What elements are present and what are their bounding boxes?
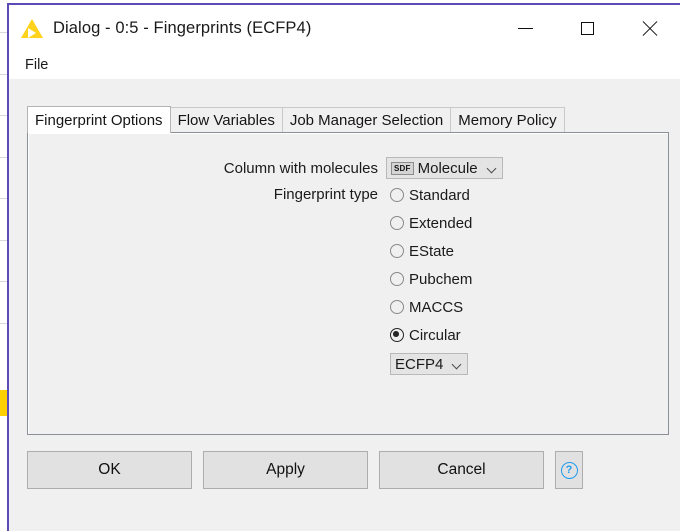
- molecule-column-value: Molecule: [417, 159, 478, 177]
- menu-bar: File: [9, 51, 680, 79]
- chevron-down-icon: [453, 360, 462, 369]
- radio-row-standard: Standard: [28, 181, 668, 209]
- minimize-icon: [517, 27, 533, 29]
- radio-maccs[interactable]: MACCS: [390, 299, 463, 316]
- chevron-down-icon: [488, 164, 497, 173]
- tab-fingerprint-options[interactable]: Fingerprint Options: [27, 106, 171, 133]
- help-button[interactable]: ?: [555, 451, 583, 489]
- radio-row-estate: EState: [28, 237, 668, 265]
- radio-row-maccs: MACCS: [28, 293, 668, 321]
- column-with-molecules-row: Column with molecules SDF Molecule: [28, 155, 668, 181]
- radio-mark-icon: [390, 244, 404, 258]
- radio-standard[interactable]: Standard: [390, 187, 470, 204]
- radio-row-circular: Circular: [28, 321, 668, 349]
- radio-pubchem[interactable]: Pubchem: [390, 271, 472, 288]
- radio-mark-icon: [390, 272, 404, 286]
- radio-mark-icon: [390, 188, 404, 202]
- radio-label-estate: EState: [409, 242, 455, 260]
- tab-bar: Fingerprint Options Flow Variables Job M…: [27, 106, 670, 133]
- circular-variant-dropdown[interactable]: ECFP4: [390, 353, 469, 375]
- radio-label-pubchem: Pubchem: [409, 270, 473, 288]
- radio-circular[interactable]: Circular: [390, 327, 461, 344]
- radio-mark-selected-icon: [390, 328, 404, 342]
- molecule-column-dropdown[interactable]: SDF Molecule: [386, 157, 503, 179]
- radio-row-pubchem: Pubchem: [28, 265, 668, 293]
- help-icon: ?: [560, 461, 578, 479]
- cancel-button[interactable]: Cancel: [379, 451, 544, 489]
- maximize-button[interactable]: [556, 5, 618, 51]
- radio-label-maccs: MACCS: [409, 298, 464, 316]
- fingerprint-options-panel: Column with molecules SDF Molecule Finge…: [27, 132, 669, 435]
- fingerprint-type-radio-group: Standard Extended EState Pubchem MACCS C…: [28, 181, 668, 379]
- radio-label-extended: Extended: [409, 214, 473, 232]
- radio-label-circular: Circular: [409, 326, 461, 344]
- title-bar: Dialog - 0:5 - Fingerprints (ECFP4): [9, 5, 680, 51]
- window-controls: [494, 5, 680, 51]
- tab-flow-variables[interactable]: Flow Variables: [169, 107, 283, 133]
- radio-extended[interactable]: Extended: [390, 215, 472, 232]
- circular-variant-value: ECFP4: [395, 355, 444, 373]
- knime-triangle-icon: [21, 17, 43, 39]
- button-bar: OK Apply Cancel ?: [27, 451, 669, 489]
- radio-mark-icon: [390, 216, 404, 230]
- column-with-molecules-label: Column with molecules: [223, 159, 378, 177]
- tab-job-manager-selection[interactable]: Job Manager Selection: [281, 107, 452, 133]
- maximize-icon: [580, 21, 594, 35]
- radio-label-standard: Standard: [409, 186, 470, 204]
- minimize-button[interactable]: [494, 5, 556, 51]
- radio-estate[interactable]: EState: [390, 243, 454, 260]
- sdf-type-icon: SDF: [391, 161, 414, 175]
- dialog-body: Fingerprint Options Flow Variables Job M…: [9, 79, 680, 531]
- radio-row-extended: Extended: [28, 209, 668, 237]
- menu-item-file[interactable]: File: [21, 55, 52, 75]
- tab-memory-policy[interactable]: Memory Policy: [450, 107, 565, 133]
- ok-button[interactable]: OK: [27, 451, 192, 489]
- radio-mark-icon: [390, 300, 404, 314]
- close-icon: [641, 20, 658, 37]
- window-title: Dialog - 0:5 - Fingerprints (ECFP4): [53, 18, 312, 37]
- dialog-window: Dialog - 0:5 - Fingerprints (ECFP4) File…: [7, 3, 680, 531]
- circular-variant-row: ECFP4: [28, 349, 668, 379]
- apply-button[interactable]: Apply: [203, 451, 368, 489]
- background-node-marker: [0, 390, 7, 416]
- close-button[interactable]: [618, 5, 680, 51]
